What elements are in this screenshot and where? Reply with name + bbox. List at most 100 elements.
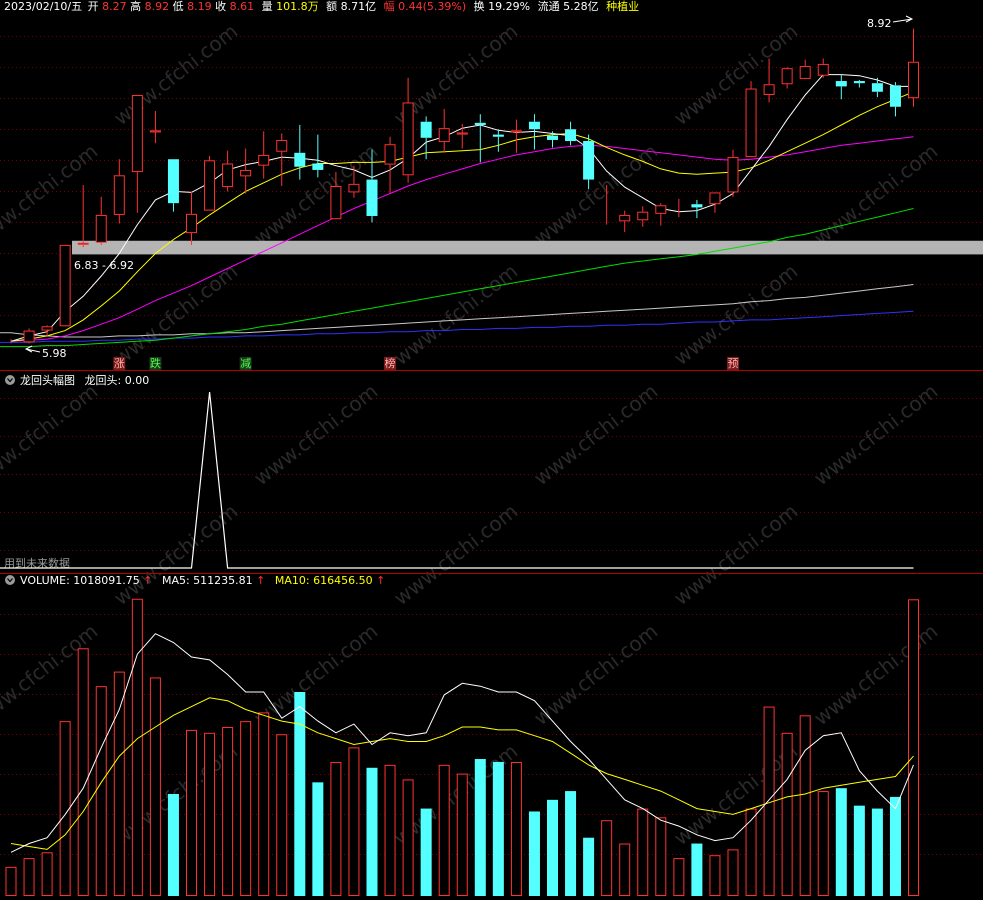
volume-bar-up[interactable] <box>673 858 685 896</box>
volume-bar-up[interactable] <box>619 843 631 896</box>
volume-bar-up[interactable] <box>204 732 216 896</box>
low-mark-label: 5.98 <box>42 347 67 360</box>
candle-body-up <box>222 163 234 188</box>
header-float-label: 流通 <box>538 0 560 13</box>
candle-body-up <box>77 242 89 245</box>
volume-bar-down[interactable] <box>474 759 486 896</box>
header-vol-label: 量 <box>262 0 273 13</box>
candle-body-up <box>510 130 522 133</box>
volume-bar-up[interactable] <box>637 808 649 896</box>
volume-bar-down[interactable] <box>528 811 540 896</box>
header-close: 8.61 <box>230 0 255 13</box>
candle-body-down <box>474 122 486 125</box>
candle[interactable] <box>23 328 35 344</box>
event-marker[interactable]: 预 <box>727 357 739 370</box>
volume-bar-down[interactable] <box>294 692 306 896</box>
candle-body-up <box>330 186 342 220</box>
volume-bar-up[interactable] <box>186 729 197 897</box>
event-marker[interactable]: 榜 <box>384 356 397 370</box>
event-marker-text: 跌 <box>150 356 161 370</box>
volume-bar-up[interactable] <box>95 686 107 897</box>
volume-bar-down[interactable] <box>871 808 883 896</box>
volume-bar-up[interactable] <box>41 852 53 896</box>
header-amt-label: 额 <box>326 0 337 13</box>
indicator-collapse-icon[interactable] <box>5 375 15 385</box>
candle-body-up <box>348 183 360 193</box>
candle-body-up <box>709 192 721 205</box>
volume-bar-up[interactable] <box>23 858 35 896</box>
volume-bar-up[interactable] <box>5 866 17 896</box>
volume-bar-up[interactable] <box>402 779 414 897</box>
volume-bar-up[interactable] <box>330 761 342 897</box>
volume-bar-up[interactable] <box>276 734 288 896</box>
volume-bar-down[interactable] <box>889 796 901 896</box>
volume-bar-up[interactable] <box>131 598 143 896</box>
volume-bar-up[interactable] <box>456 773 468 896</box>
volume-bar-down[interactable] <box>691 843 703 896</box>
candle[interactable] <box>745 81 757 158</box>
volume-bar-up[interactable] <box>799 715 811 896</box>
candle-body-up <box>149 130 161 133</box>
header-date: 2023/02/10/五 <box>4 0 82 13</box>
header-low: 8.19 <box>187 0 212 13</box>
high-mark-label: 8.92 <box>867 17 892 30</box>
volume-bar-down[interactable] <box>583 837 595 896</box>
event-marker[interactable]: 跌 <box>149 356 162 370</box>
volume-collapse-icon[interactable] <box>5 575 15 585</box>
volume-bar-down[interactable] <box>853 805 865 896</box>
ma5-up-arrow-icon: ↑ <box>256 574 265 587</box>
volume-bar-up[interactable] <box>817 791 829 896</box>
header-sector: 种植业 <box>606 0 639 13</box>
candle-body-down <box>835 81 847 87</box>
candle-body-up <box>95 214 107 243</box>
volume-bar-up[interactable] <box>908 599 919 896</box>
candle-body-up <box>276 139 288 152</box>
volume-bar-down[interactable] <box>492 761 504 896</box>
candle-body-down <box>853 81 865 84</box>
volume-bar-down[interactable] <box>547 799 558 896</box>
band-label: 6.83 - 6.92 <box>74 259 134 272</box>
volume-bar-up[interactable] <box>77 648 89 896</box>
volume-bar-down[interactable] <box>565 791 577 896</box>
volume-bar-up[interactable] <box>727 849 739 896</box>
candle-body-up <box>908 61 919 99</box>
indicator-value: 龙回头: 0.00 <box>85 374 150 387</box>
candle[interactable] <box>59 244 71 327</box>
volume-bar-up[interactable] <box>438 764 450 896</box>
volume-bar-up[interactable] <box>781 732 793 896</box>
volume-bar-up[interactable] <box>348 747 360 896</box>
header-open-label: 开 <box>88 0 99 13</box>
volume-bar-up[interactable] <box>222 726 234 896</box>
volume-bar-up[interactable] <box>655 817 667 896</box>
volume-bar-down[interactable] <box>167 794 179 896</box>
candle-body-up <box>402 102 414 176</box>
candle-body-up <box>781 68 793 85</box>
event-marker[interactable]: 减 <box>239 357 252 370</box>
indicator-title: 龙回头幅图 龙回头: 0.00 <box>20 374 149 387</box>
candle[interactable] <box>204 156 216 211</box>
volume-bar-up[interactable] <box>510 761 522 897</box>
indicator-name: 龙回头幅图 <box>20 374 75 387</box>
candle-body-down <box>528 121 540 130</box>
volume-bar-down[interactable] <box>366 767 378 896</box>
candle-body-up <box>186 213 197 234</box>
header-turn-label: 换 <box>474 0 485 13</box>
volume-bar-up[interactable] <box>240 721 252 897</box>
event-marker[interactable]: 涨 <box>113 357 126 370</box>
volume-bar-up[interactable] <box>258 712 270 897</box>
volume-bar-up[interactable] <box>745 808 757 896</box>
volume-bar-down[interactable] <box>420 808 432 896</box>
volume-bar-down[interactable] <box>835 788 847 896</box>
volume-bar-up[interactable] <box>113 671 125 896</box>
volume-bar-up[interactable] <box>149 677 161 897</box>
candle-body-up <box>727 157 739 193</box>
chart-canvas[interactable]: www.cfchi.com www.cfchi.com www.cfchi.com w… <box>0 0 983 900</box>
volume-bar-down[interactable] <box>312 782 324 896</box>
candle-body-up <box>438 128 450 143</box>
volume-bar-up[interactable] <box>601 820 613 897</box>
header-open: 8.27 <box>102 0 127 13</box>
highlight-band <box>72 240 983 255</box>
volume-bar-up[interactable] <box>384 764 396 896</box>
event-marker-text: 预 <box>728 357 739 370</box>
volume-bar-up[interactable] <box>709 855 721 897</box>
